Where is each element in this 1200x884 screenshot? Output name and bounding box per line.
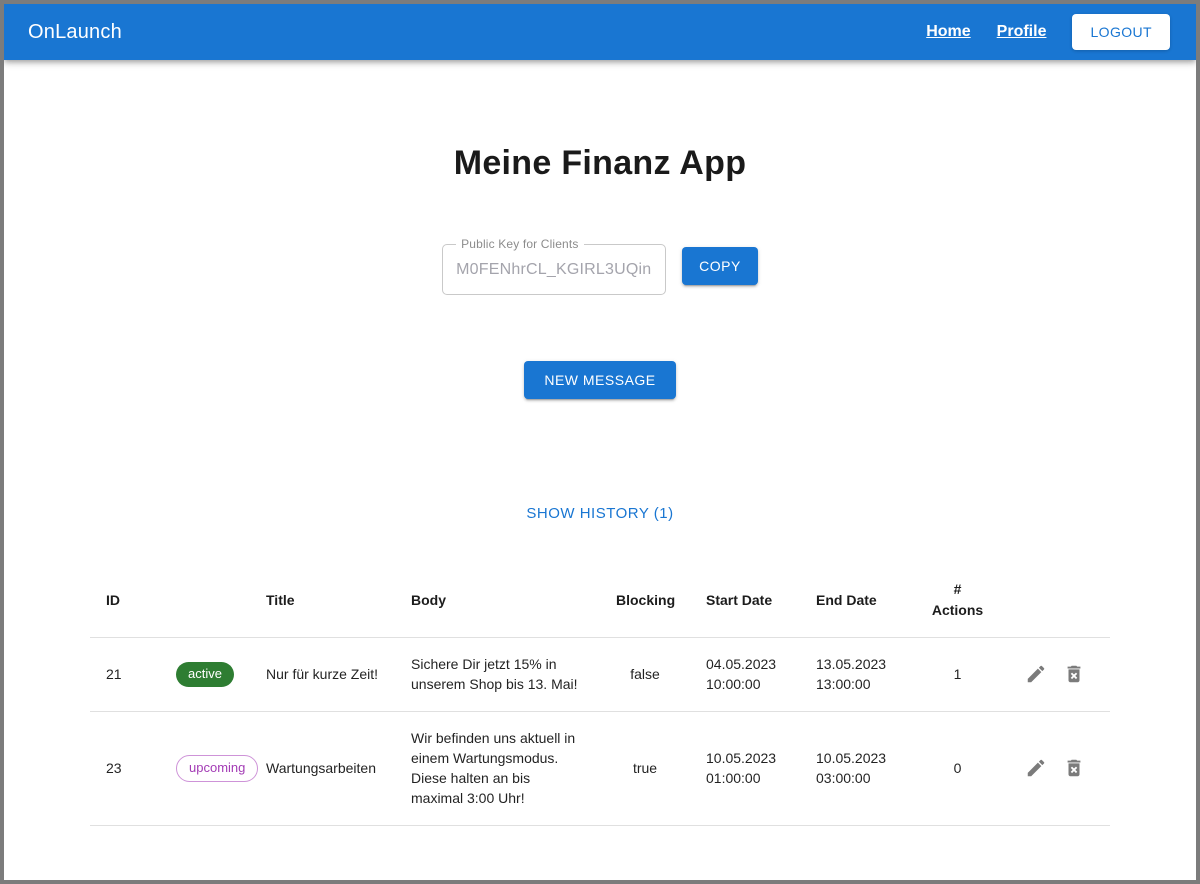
nav-link-home[interactable]: Home	[926, 23, 970, 41]
cell-start-date: 04.05.2023 10:00:00	[690, 638, 800, 712]
header-id: ID	[90, 563, 160, 638]
start-date: 10.05.2023	[706, 748, 784, 768]
cell-title: Wartungsarbeiten	[250, 711, 395, 825]
public-key-section: Public Key for Clients M0FENhrCL_KGIRL3U…	[4, 237, 1196, 295]
table-header-row: ID Title Body Blocking Start Date End Da…	[90, 563, 1110, 638]
pencil-icon	[1025, 757, 1047, 779]
cell-blocking: true	[600, 711, 690, 825]
header-end-date: End Date	[800, 563, 915, 638]
cell-blocking: false	[600, 638, 690, 712]
app-window: OnLaunch Home Profile LOGOUT Meine Finan…	[0, 0, 1200, 884]
new-message-button[interactable]: NEW MESSAGE	[524, 361, 675, 399]
trash-delete-icon	[1063, 757, 1085, 779]
cell-status: active	[160, 638, 250, 712]
header-row-actions	[1000, 563, 1110, 638]
cell-row-actions	[1000, 711, 1110, 825]
messages-table-wrapper: ID Title Body Blocking Start Date End Da…	[90, 563, 1110, 826]
public-key-label: Public Key for Clients	[456, 237, 583, 251]
trash-delete-icon	[1063, 663, 1085, 685]
header-actions-word: Actions	[931, 600, 984, 621]
cell-action-count: 1	[915, 638, 1000, 712]
end-time: 03:00:00	[816, 768, 899, 788]
page-title: Meine Finanz App	[4, 144, 1196, 183]
cell-row-actions	[1000, 638, 1110, 712]
cell-id: 21	[90, 638, 160, 712]
delete-button[interactable]	[1057, 751, 1091, 785]
messages-table: ID Title Body Blocking Start Date End Da…	[90, 563, 1110, 826]
brand-title: OnLaunch	[28, 21, 122, 44]
start-time: 10:00:00	[706, 674, 784, 694]
start-time: 01:00:00	[706, 768, 784, 788]
cell-end-date: 13.05.2023 13:00:00	[800, 638, 915, 712]
edit-button[interactable]	[1019, 657, 1053, 691]
delete-button[interactable]	[1057, 657, 1091, 691]
header-blocking: Blocking	[600, 563, 690, 638]
cell-title: Nur für kurze Zeit!	[250, 638, 395, 712]
header-status	[160, 563, 250, 638]
table-body: 21 active Nur für kurze Zeit! Sichere Di…	[90, 638, 1110, 826]
copy-button[interactable]: COPY	[682, 247, 758, 285]
status-badge: active	[176, 662, 234, 687]
public-key-value: M0FENhrCL_KGIRL3UQin	[456, 261, 652, 279]
cell-status: upcoming	[160, 711, 250, 825]
cell-end-date: 10.05.2023 03:00:00	[800, 711, 915, 825]
public-key-field[interactable]: Public Key for Clients M0FENhrCL_KGIRL3U…	[442, 237, 666, 295]
history-link-row: SHOW HISTORY (1)	[4, 399, 1196, 523]
cell-action-count: 0	[915, 711, 1000, 825]
end-date: 13.05.2023	[816, 654, 899, 674]
header-title: Title	[250, 563, 395, 638]
header-actions-hash: #	[931, 579, 984, 600]
table-head: ID Title Body Blocking Start Date End Da…	[90, 563, 1110, 638]
table-row: 21 active Nur für kurze Zeit! Sichere Di…	[90, 638, 1110, 712]
nav-link-profile[interactable]: Profile	[997, 23, 1047, 41]
start-date: 04.05.2023	[706, 654, 784, 674]
cell-body: Sichere Dir jetzt 15% in unserem Shop bi…	[395, 638, 600, 712]
end-time: 13:00:00	[816, 674, 899, 694]
header-actions-count: # Actions	[915, 563, 1000, 638]
app-bar: OnLaunch Home Profile LOGOUT	[4, 4, 1196, 60]
logout-button[interactable]: LOGOUT	[1072, 14, 1170, 50]
pencil-icon	[1025, 663, 1047, 685]
show-history-link[interactable]: SHOW HISTORY (1)	[526, 505, 673, 522]
cell-body: Wir befinden uns aktuell in einem Wartun…	[395, 711, 600, 825]
cell-start-date: 10.05.2023 01:00:00	[690, 711, 800, 825]
header-start-date: Start Date	[690, 563, 800, 638]
end-date: 10.05.2023	[816, 748, 899, 768]
status-badge: upcoming	[176, 755, 258, 782]
main-content: Meine Finanz App Public Key for Clients …	[4, 144, 1196, 826]
cell-id: 23	[90, 711, 160, 825]
edit-button[interactable]	[1019, 751, 1053, 785]
header-body: Body	[395, 563, 600, 638]
table-row: 23 upcoming Wartungsarbeiten Wir befinde…	[90, 711, 1110, 825]
